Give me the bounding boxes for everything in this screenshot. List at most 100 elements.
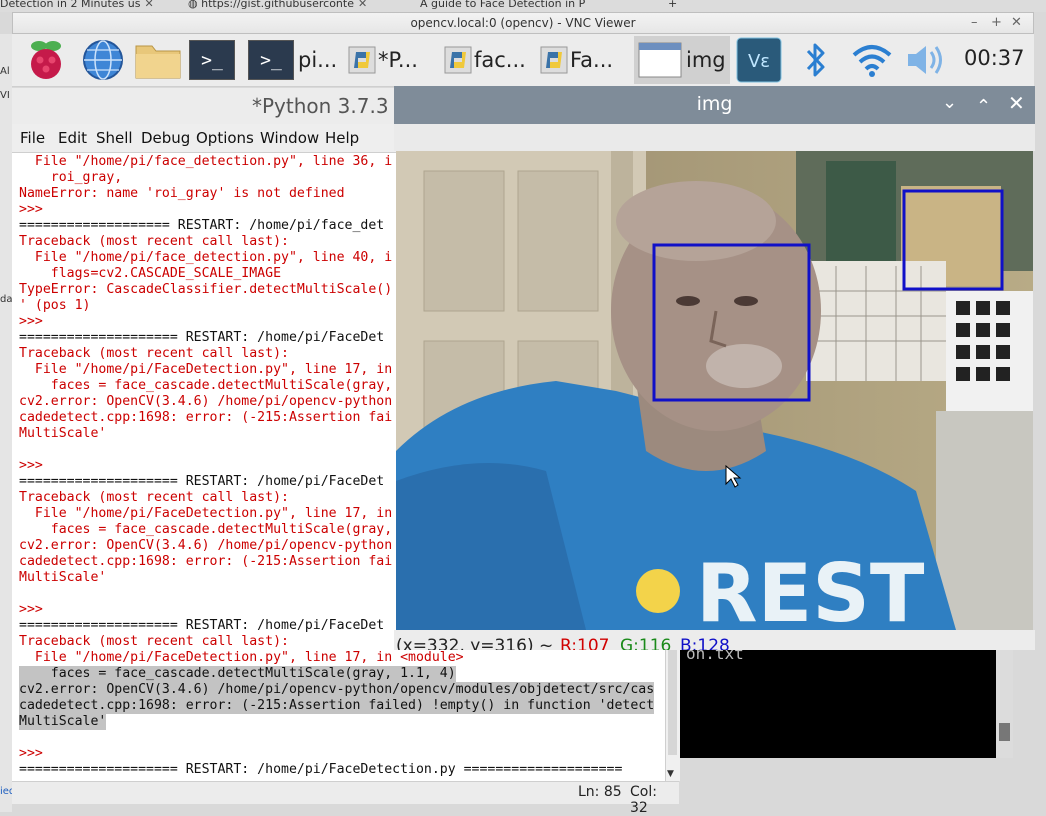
taskbar-label: fac... [474,48,526,72]
pixel-blue-value: B:128 [680,636,730,650]
taskbar-label: img [686,48,726,72]
taskbar-terminal-pi[interactable]: >_ pi... [248,36,344,84]
python-icon [348,46,376,74]
clock[interactable]: 00:37 [964,46,1025,70]
terminal-scroll-thumb[interactable] [999,723,1010,741]
shell-line: ==================== RESTART: /home/pi/F… [19,330,385,345]
vnc-titlebar: opencv.local:0 (opencv) - VNC Viewer – +… [12,12,1034,34]
shell-line: File "/home/pi/face_detection.py", line … [19,250,393,265]
shell-line: >>> [19,746,43,761]
menu-window[interactable]: Window [260,129,319,147]
close-icon[interactable]: ✕ [1008,91,1025,115]
close-icon[interactable]: ✕ [144,0,153,10]
menu-edit[interactable]: Edit [58,129,87,147]
python-icon [540,46,568,74]
wifi-icon[interactable] [848,36,896,84]
shell-line: MultiScale' [19,570,107,585]
pixel-green-value: G:116 [620,636,672,650]
terminal-window[interactable]: on.txt [680,650,1013,758]
svg-text:REST: REST [696,547,925,630]
shell-line: ==================== RESTART: /home/pi/F… [19,762,623,777]
shell-line: cadedetect.cpp:1698: error: (-215:Assert… [19,410,393,425]
shell-line: File "/home/pi/FaceDetection.py", line 1… [19,650,464,665]
chevron-down-icon[interactable]: ⌄ [942,92,957,113]
menu-shell[interactable]: Shell [96,129,133,147]
shell-line: File "/home/pi/FaceDetection.py", line 1… [19,362,393,377]
line-number: Ln: 85 [578,784,622,800]
shell-line: faces = face_cascade.detectMultiScale(gr… [19,522,393,537]
terminal-launcher-icon[interactable]: >_ [188,36,240,84]
terminal-icon: >_ [248,40,294,80]
window-icon [638,42,682,78]
taskbar-label: pi... [298,48,338,72]
shell-line: >>> [19,602,43,617]
close-button[interactable]: ✕ [1011,15,1022,30]
folder-icon[interactable] [132,36,184,84]
volume-icon[interactable] [902,36,950,84]
menu-help[interactable]: Help [325,129,359,147]
strip-text: Al [0,66,10,77]
taskbar-label: *P... [378,48,418,72]
shell-line: cadedetect.cpp:1698: error: (-215:Assert… [19,554,393,569]
terminal-scrollbar[interactable] [996,650,1013,758]
chevron-up-icon[interactable]: ⌃ [976,96,991,117]
taskbar-idle-python[interactable]: *P... [348,36,442,84]
raspberry-menu-icon[interactable] [22,36,70,84]
bluetooth-icon[interactable] [798,36,834,84]
shell-line: Traceback (most recent call last): [19,234,289,249]
shell-line: flags=cv2.CASCADE_SCALE_IMAGE [19,266,282,281]
shell-line: Traceback (most recent call last): [19,634,289,649]
shell-line: ==================== RESTART: /home/pi/F… [19,474,385,489]
pixel-coordinates: (x=332, y=316) ~ [396,636,554,650]
taskbar-label: Fa... [570,48,614,72]
img-titlebar: img ⌄ ⌃ ✕ [394,86,1035,124]
vnc-title: opencv.local:0 (opencv) - VNC Viewer [410,16,636,30]
browser-tab[interactable]: A guide to Face Detection in P [420,0,585,10]
python-icon [444,46,472,74]
taskbar: >_ >_ pi... *P... fac... Fa... img Vε 00:… [12,34,1034,87]
shell-line: TypeError: CascadeClassifier.detectMulti… [19,282,393,297]
shell-line: >>> [19,202,43,217]
shell-line: ==================== RESTART: /home/pi/F… [19,618,385,633]
maximize-button[interactable]: + [991,15,1002,30]
strip-text: ied [0,786,12,797]
img-window-title: img [696,93,733,115]
shell-line: =================== RESTART: /home/pi/fa… [19,218,385,233]
webcam-frame: REST [396,151,1033,630]
svg-text:Vε: Vε [748,51,770,72]
globe-icon: ◍ [188,0,202,10]
shell-line: cv2.error: OpenCV(3.4.6) /home/pi/opencv… [19,682,655,698]
menu-debug[interactable]: Debug [141,129,190,147]
taskbar-img[interactable]: img [634,36,730,84]
shell-line: cadedetect.cpp:1698: error: (-215:Assert… [19,698,655,714]
shell-line: >>> [19,458,43,473]
terminal-text: on.txt [686,650,744,663]
taskbar-face-detection[interactable]: fac... [444,36,538,84]
shell-line: ' (pos 1) [19,298,91,313]
shell-line: faces = face_cascade.detectMultiScale(gr… [19,378,393,393]
shell-line: faces = face_cascade.detectMultiScale(gr… [19,666,456,682]
strip-text: da [0,294,12,305]
shell-line: MultiScale' [19,714,107,730]
img-statusbar: (x=332, y=316) ~ R:107 G:116 B:128 [394,630,1035,650]
shell-line: Traceback (most recent call last): [19,490,289,505]
taskbar-facedetection[interactable]: Fa... [540,36,632,84]
shell-line: File "/home/pi/face_detection.py", line … [19,154,393,169]
browser-tab[interactable]: Detection in 2 Minutes us ✕ [0,0,154,10]
vnc-icon[interactable]: Vε [734,36,784,84]
idle-window-title: *Python 3.7.3 S [252,94,408,118]
shell-line: MultiScale' [19,426,107,441]
shell-line: File "/home/pi/FaceDetection.py", line 1… [19,506,393,521]
new-tab-button[interactable]: + [668,0,677,10]
shell-line: cv2.error: OpenCV(3.4.6) /home/pi/opencv… [19,538,393,553]
minimize-button[interactable]: – [971,15,978,30]
menu-options[interactable]: Options [196,129,254,147]
webcam-image: REST [396,151,1033,630]
web-browser-icon[interactable] [78,36,128,84]
menu-file[interactable]: File [20,129,45,147]
browser-tab[interactable]: ◍ https://gist.githubuserconte ✕ [188,0,367,10]
close-icon[interactable]: ✕ [358,0,367,10]
background-window-strip: Al VI da ied [0,34,12,812]
scroll-down-icon[interactable]: ▼ [667,769,674,779]
img-toolbar [394,124,1035,151]
